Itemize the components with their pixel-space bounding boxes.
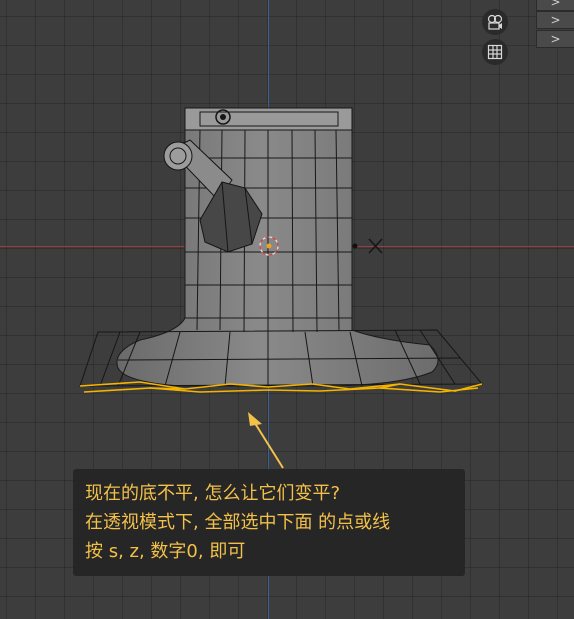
annotation-box: 现在的底不平, 怎么让它们变平? 在透视模式下, 全部选中下面 的点或线 按 s… [73,469,465,576]
3d-viewport[interactable]: > > > 现在的底不平, 怎么让它们变平? 在透视模式下, 全部选中下面 的点… [0,0,574,619]
side-panel-tab-1[interactable]: > [536,0,574,11]
object-origin [352,243,358,249]
side-panel-tab-2[interactable]: > [536,11,574,29]
annotation-line-1: 现在的底不平, 怎么让它们变平? [85,483,340,504]
chevron-right-icon: > [550,32,561,46]
annotation-line-2: 在透视模式下, 全部选中下面 的点或线 [85,512,391,533]
side-panel-tab-3[interactable]: > [536,30,574,48]
grid-perspective-icon [487,44,503,60]
chevron-right-icon: > [550,0,561,9]
light-marker-icon [368,238,383,254]
mesh-top-cap [184,107,353,131]
chevron-right-icon: > [550,13,561,27]
perspective-toggle-button[interactable] [482,39,508,65]
camera-view-button[interactable] [482,9,508,35]
gear-center [220,114,226,120]
camera-view-icon [487,14,503,30]
annotation-line-3: 按 s, z, 数字0, 即可 [85,541,246,562]
annotation-arrow [248,412,284,469]
